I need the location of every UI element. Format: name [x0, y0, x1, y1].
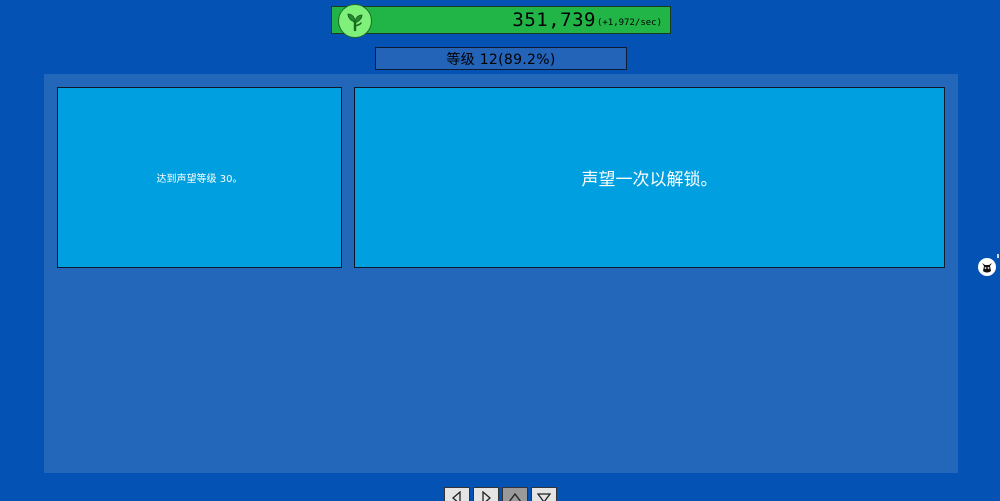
cat-avatar-icon[interactable] — [978, 258, 996, 276]
arrow-left-icon — [452, 491, 461, 501]
arrow-down-icon — [537, 493, 551, 501]
game-screen: 351,739 (+1,972/sec) 等级 12(89.2%) 达到声望等级… — [0, 0, 1000, 501]
side-marker — [997, 254, 999, 258]
locked-card-left-text: 达到声望等级 30。 — [156, 174, 243, 185]
locked-card-left[interactable]: 达到声望等级 30。 — [57, 87, 342, 268]
nav-down-button[interactable] — [531, 487, 557, 501]
locked-card-right-text: 声望一次以解锁。 — [581, 170, 718, 190]
sprout-icon — [338, 4, 372, 38]
currency-bar: 351,739 (+1,972/sec) — [331, 4, 671, 38]
level-bar: 等级 12(89.2%) — [375, 47, 627, 70]
main-panel: 达到声望等级 30。 声望一次以解锁。 — [44, 74, 958, 473]
nav-up-button[interactable] — [502, 487, 528, 501]
locked-card-right[interactable]: 声望一次以解锁。 — [354, 87, 945, 268]
arrow-right-icon — [482, 491, 491, 501]
nav-right-button[interactable] — [473, 487, 499, 501]
currency-amount: 351,739 — [512, 9, 596, 31]
nav-left-button[interactable] — [444, 487, 470, 501]
arrow-up-icon — [508, 492, 522, 501]
currency-rate: (+1,972/sec) — [596, 18, 662, 28]
navigation-arrows — [444, 487, 560, 501]
